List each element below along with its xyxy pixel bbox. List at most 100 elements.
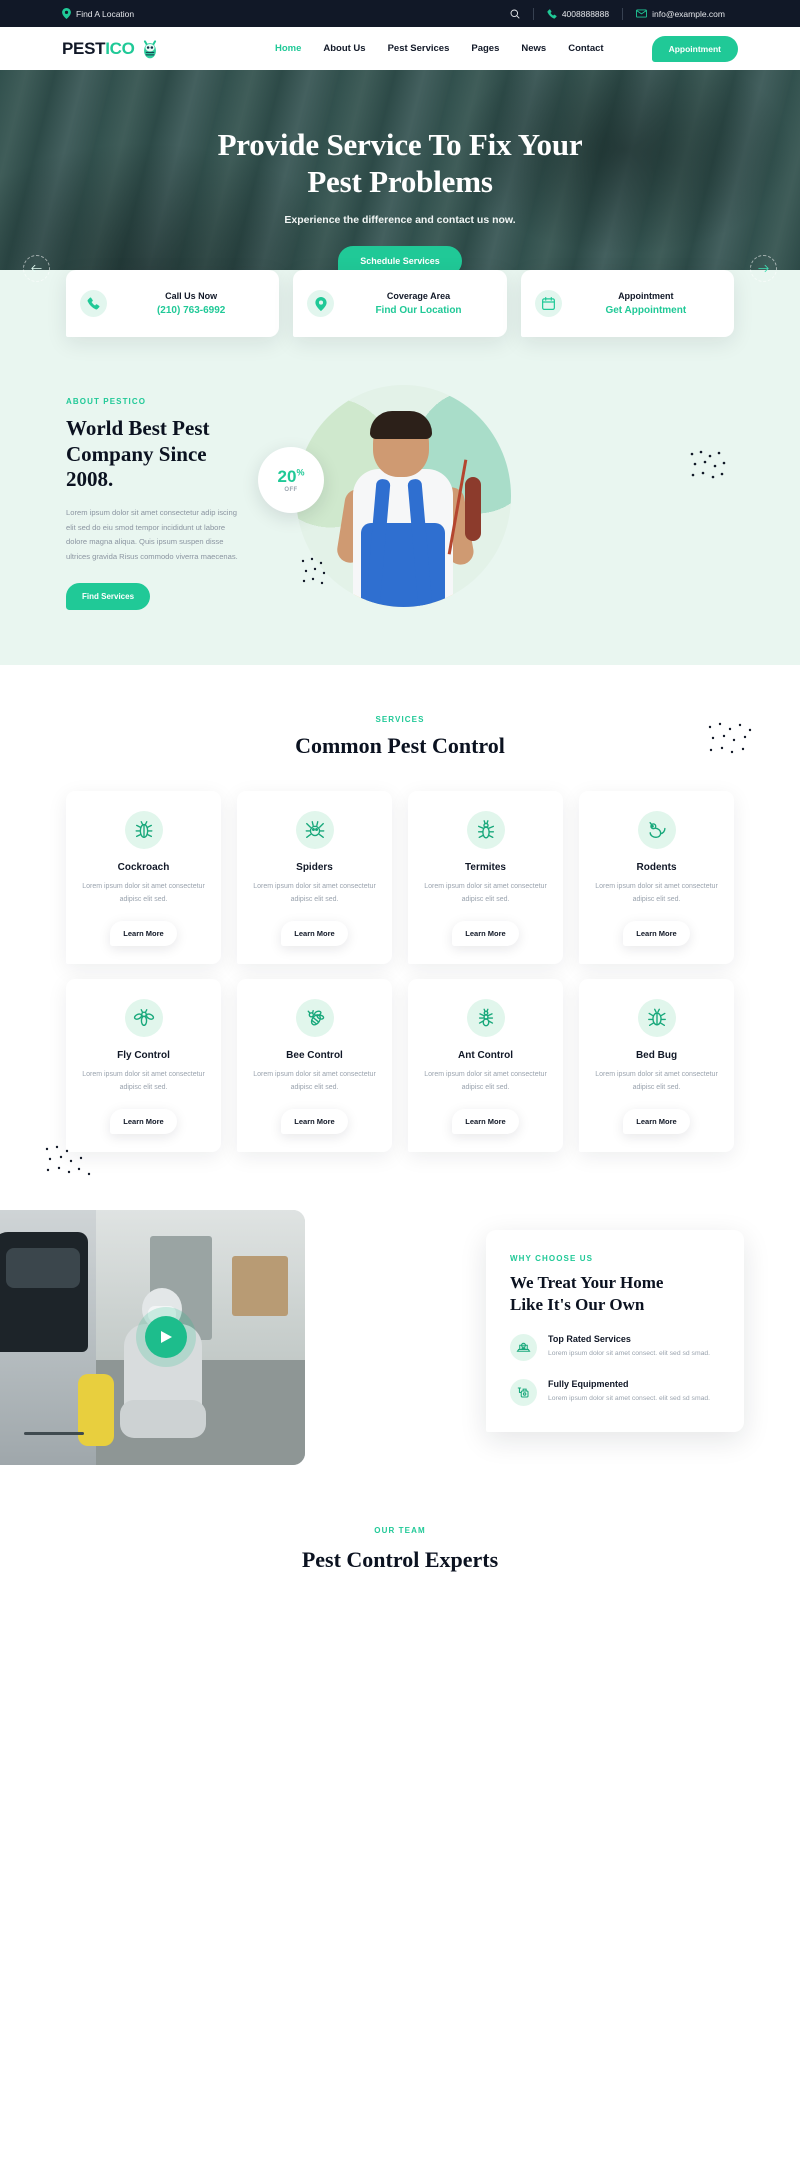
service-title: Ant Control: [458, 1049, 513, 1061]
why-heading: We Treat Your Home Like It's Our Own: [510, 1272, 720, 1316]
play-video-button[interactable]: [145, 1315, 187, 1358]
learn-more-button[interactable]: Learn More: [452, 1108, 519, 1134]
award-laptop-icon: [510, 1333, 537, 1361]
service-card[interactable]: Cockroach Lorem ipsum dolor sit amet con…: [66, 791, 221, 964]
map-pin-icon: [62, 8, 71, 19]
termite-icon: [466, 811, 505, 849]
map-pin-icon: [307, 290, 335, 317]
service-card[interactable]: Bee Control Lorem ipsum dolor sit amet c…: [237, 978, 392, 1152]
info-card-coverage-area[interactable]: Coverage Area Find Our Location: [293, 270, 507, 337]
find-services-button[interactable]: Find Services: [66, 583, 151, 611]
hero-title-line2: Pest Problems: [307, 163, 493, 199]
topbar-phone-label: 4008888888: [561, 8, 610, 19]
service-desc: Lorem ipsum dolor sit amet consectetur a…: [253, 883, 376, 903]
why-heading-line2: Like It's Our Own: [510, 1294, 645, 1314]
bug-mascot-icon: [139, 38, 161, 60]
service-desc: Lorem ipsum dolor sit amet consectetur a…: [595, 1070, 718, 1091]
technician-figure: [118, 1287, 210, 1438]
learn-more-button[interactable]: Learn More: [281, 1108, 348, 1134]
why-heading-line1: We Treat Your Home: [510, 1272, 664, 1292]
service-title: Bed Bug: [635, 1049, 678, 1061]
service-card[interactable]: Termites Lorem ipsum dolor sit amet cons…: [408, 791, 563, 964]
logo[interactable]: PESTICO: [62, 38, 161, 60]
team-eyebrow: OUR TEAM: [374, 1525, 426, 1535]
services-grid: Cockroach Lorem ipsum dolor sit amet con…: [66, 791, 734, 1152]
nav-item-contact[interactable]: Contact: [568, 43, 603, 54]
service-desc: Lorem ipsum dolor sit amet consectetur a…: [424, 883, 547, 903]
about-eyebrow: ABOUT PESTICO: [66, 397, 147, 406]
main-nav: Home About Us Pest Services Pages News C…: [275, 35, 738, 62]
top-bar: Find A Location 4008888888 info@example.…: [0, 0, 800, 27]
nav-item-pages[interactable]: Pages: [471, 43, 499, 54]
rodent-icon: [637, 811, 676, 849]
info-card-value: Find Our Location: [375, 305, 462, 316]
service-card[interactable]: Rodents Lorem ipsum dolor sit amet conse…: [579, 791, 734, 964]
feature-desc: Lorem ipsum dolor sit amet consect. elit…: [548, 1349, 711, 1357]
phone-icon: [547, 8, 557, 19]
badge-percent: %: [296, 466, 305, 477]
team-heading: Pest Control Experts: [301, 1546, 499, 1572]
spider-icon: [295, 811, 334, 849]
nav-item-pest-services[interactable]: Pest Services: [388, 43, 450, 54]
service-title: Termites: [465, 862, 506, 873]
service-card[interactable]: Spiders Lorem ipsum dolor sit amet conse…: [237, 791, 392, 964]
info-card-value: (210) 763-6992: [156, 305, 226, 316]
ant-icon: [466, 998, 505, 1037]
worker-figure: [334, 411, 481, 607]
service-desc: Lorem ipsum dolor sit amet consectetur a…: [82, 1070, 205, 1091]
topbar-email[interactable]: info@example.com: [623, 9, 738, 19]
bedbug-icon: [637, 998, 676, 1037]
team-section: OUR TEAM Pest Control Experts: [0, 1479, 800, 1573]
services-section: SERVICES Common Pest Control Cockroach L…: [0, 665, 800, 1210]
decorative-dots-icon: [690, 450, 726, 479]
info-cards: Call Us Now (210) 763-6992 Coverage Area…: [0, 270, 800, 337]
nav-item-about-us[interactable]: About Us: [323, 43, 365, 54]
feature-item: Fully Equipmented Lorem ipsum dolor sit …: [510, 1378, 720, 1406]
learn-more-button[interactable]: Learn More: [281, 920, 348, 946]
mail-icon: [636, 9, 648, 18]
about-section-wrapper: Call Us Now (210) 763-6992 Coverage Area…: [0, 270, 800, 665]
service-title: Rodents: [636, 862, 677, 873]
info-card-call-us[interactable]: Call Us Now (210) 763-6992: [66, 270, 280, 337]
topbar-location[interactable]: Find A Location: [62, 8, 134, 19]
info-card-title: Coverage Area: [386, 291, 451, 301]
learn-more-button[interactable]: Learn More: [110, 920, 177, 946]
decorative-specks-icon: [708, 722, 752, 754]
service-desc: Lorem ipsum dolor sit amet consectetur a…: [253, 1070, 376, 1091]
feature-item: Top Rated Services Lorem ipsum dolor sit…: [510, 1333, 720, 1361]
topbar-phone[interactable]: 4008888888: [534, 9, 622, 19]
search-icon: [510, 9, 520, 19]
why-choose-us-panel: WHY CHOOSE US We Treat Your Home Like It…: [486, 1229, 744, 1432]
nav-item-home[interactable]: Home: [275, 43, 301, 54]
info-card-title: Call Us Now: [165, 291, 218, 301]
service-desc: Lorem ipsum dolor sit amet consectetur a…: [424, 1070, 547, 1091]
why-eyebrow: WHY CHOOSE US: [510, 1253, 594, 1263]
badge-number: 20: [277, 466, 297, 486]
logo-accent: ICO: [105, 38, 135, 58]
discount-badge: 20% OFF: [258, 447, 324, 513]
fly-icon: [124, 998, 163, 1037]
hero-title: Provide Service To Fix Your Pest Problem…: [0, 127, 800, 200]
service-title: Fly Control: [117, 1049, 170, 1061]
learn-more-button[interactable]: Learn More: [623, 920, 690, 946]
service-title: Spiders: [296, 862, 333, 873]
topbar-email-label: info@example.com: [652, 8, 725, 19]
appointment-button[interactable]: Appointment: [651, 35, 738, 62]
info-card-appointment[interactable]: Appointment Get Appointment: [520, 270, 734, 337]
topbar-search[interactable]: [497, 9, 533, 19]
bee-icon: [295, 998, 334, 1037]
hero-title-line1: Provide Service To Fix Your: [217, 127, 583, 162]
learn-more-button[interactable]: Learn More: [452, 920, 519, 946]
why-choose-us-section: WHY CHOOSE US We Treat Your Home Like It…: [0, 1209, 800, 1480]
feature-desc: Lorem ipsum dolor sit amet consect. elit…: [548, 1394, 711, 1402]
about-illustration: 20% OFF: [258, 385, 734, 625]
calendar-icon: [534, 290, 562, 317]
services-heading: Common Pest Control: [295, 733, 505, 758]
service-card[interactable]: Ant Control Lorem ipsum dolor sit amet c…: [408, 978, 563, 1152]
service-card[interactable]: Fly Control Lorem ipsum dolor sit amet c…: [66, 978, 221, 1152]
learn-more-button[interactable]: Learn More: [623, 1108, 690, 1134]
nav-item-news[interactable]: News: [521, 43, 546, 54]
learn-more-button[interactable]: Learn More: [110, 1108, 177, 1134]
service-card[interactable]: Bed Bug Lorem ipsum dolor sit amet conse…: [579, 978, 734, 1152]
service-title: Cockroach: [117, 862, 170, 873]
